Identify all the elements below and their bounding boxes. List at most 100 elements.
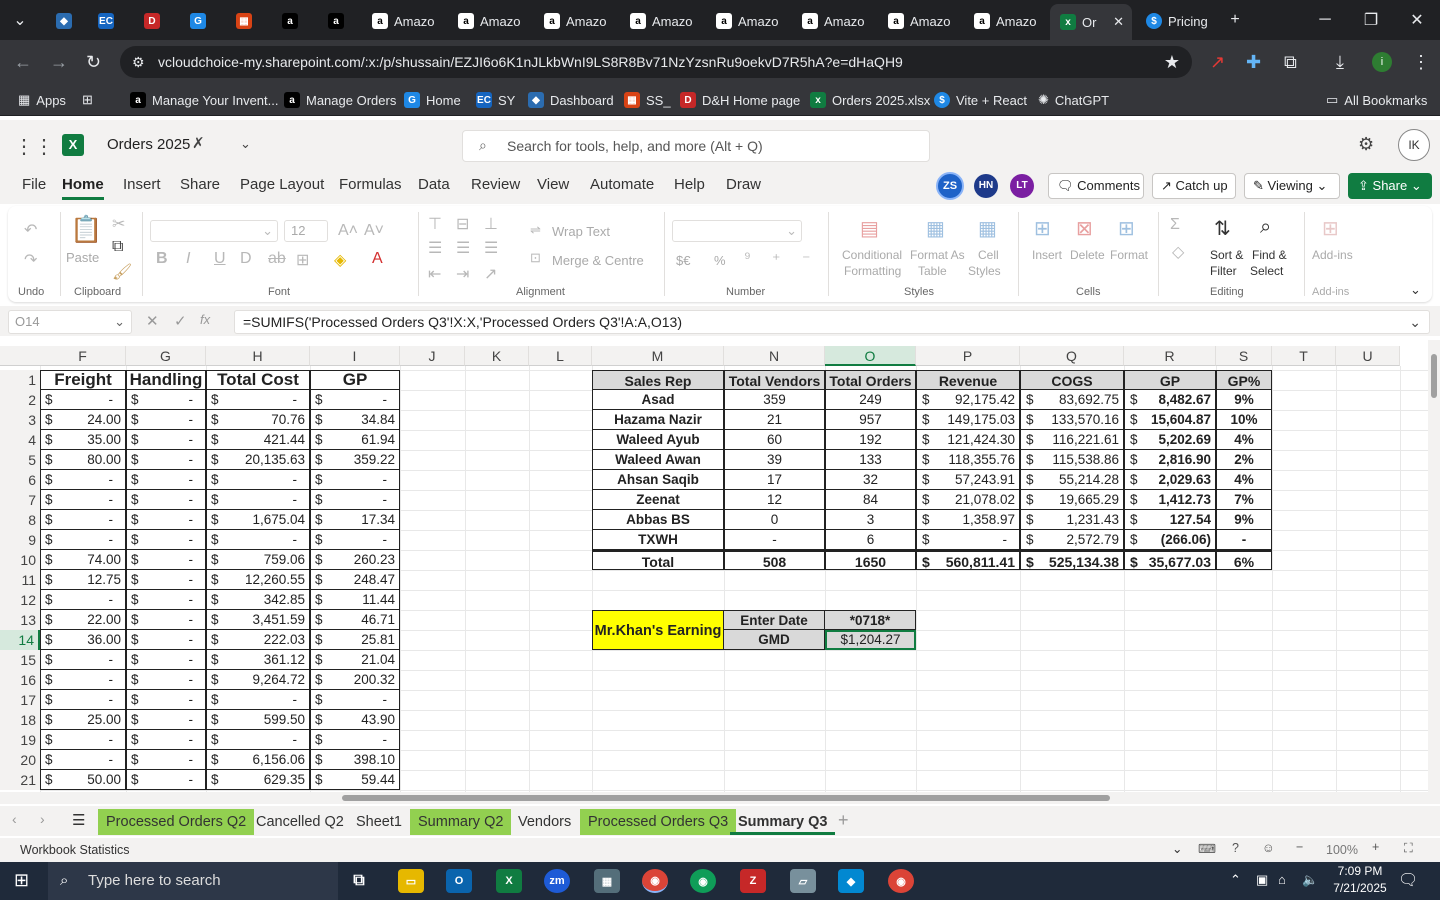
vertical-scrollbar[interactable] [1428, 340, 1440, 792]
cell-styles-label-2[interactable]: Styles [968, 264, 1001, 278]
taskbar-search-input[interactable]: ⌕ Type here to search [48, 862, 338, 900]
row-header-10[interactable]: 10 [0, 550, 40, 570]
autosum-icon[interactable]: Σ [1170, 216, 1180, 234]
summary-cell[interactable]: - [724, 530, 825, 550]
table-cell[interactable]: $ - [40, 650, 126, 670]
select-all-corner[interactable] [0, 346, 40, 366]
row-header-6[interactable]: 6 [0, 470, 40, 490]
summary-cell[interactable]: 60 [724, 430, 825, 450]
tab-file[interactable]: File [22, 176, 46, 193]
network-icon[interactable]: ⌂ [1278, 872, 1286, 887]
table-cell[interactable]: $ - [310, 390, 400, 410]
table-cell[interactable]: $25.00 [40, 710, 126, 730]
table-cell[interactable]: $ - [206, 390, 310, 410]
insert-function-icon[interactable]: fx [200, 312, 210, 327]
table-cell[interactable]: $200.32 [310, 670, 400, 690]
tab-automate[interactable]: Automate [590, 176, 654, 193]
format-cells-button[interactable]: Format [1110, 248, 1148, 262]
tab-amazon-7[interactable]: a Amazo [878, 6, 958, 36]
share-button[interactable]: ⇪ Share ⌄ [1348, 173, 1432, 199]
increase-decimal-icon[interactable]: ⁺ [772, 250, 780, 270]
strikethrough-icon[interactable]: ab [268, 250, 286, 268]
align-right-icon[interactable]: ☰ [484, 238, 498, 258]
table-cell[interactable]: $17.34 [310, 510, 400, 530]
table-cell[interactable]: $ - [206, 490, 310, 510]
summary-header-gp%[interactable]: GP% [1216, 370, 1272, 390]
sheet-tab-sheet1[interactable]: Sheet1 [348, 809, 410, 835]
table-cell[interactable]: $ - [40, 390, 126, 410]
chevron-down-icon[interactable]: ⌄ [240, 136, 251, 152]
increase-font-icon[interactable]: A˄ [338, 222, 358, 240]
file-name[interactable]: Orders 2025 [107, 136, 190, 153]
bookmark-dh[interactable]: D D&H Home page [680, 92, 800, 108]
close-icon[interactable]: ✕ [1113, 14, 1124, 30]
summary-cell[interactable]: $ (266.06) [1124, 530, 1216, 550]
row-header-5[interactable]: 5 [0, 450, 40, 470]
table-cell[interactable]: $ - [40, 730, 126, 750]
chrome-menu-icon[interactable]: ⋮ [1412, 52, 1430, 73]
summary-cell[interactable]: 84 [825, 490, 916, 510]
format-as-table-label[interactable]: Format As [910, 248, 965, 262]
gmd-label[interactable]: GMD [724, 630, 825, 650]
decrease-indent-icon[interactable]: ⇤ [428, 264, 441, 284]
summary-cell[interactable]: $92,175.42 [916, 390, 1020, 410]
row-header-13[interactable]: 13 [0, 610, 40, 630]
conditional-formatting-label[interactable]: Conditional [842, 248, 902, 262]
table-cell[interactable]: $629.35 [206, 770, 310, 790]
cell-styles-icon[interactable]: ▦ [978, 216, 997, 241]
column-header-n[interactable]: N [724, 346, 825, 366]
table-cell[interactable]: $ - [126, 450, 206, 470]
clock-date[interactable]: 7/21/2025 [1324, 881, 1396, 895]
table-cell[interactable]: $ - [126, 430, 206, 450]
minimize-icon[interactable]: ─ [1302, 0, 1348, 40]
table-cell[interactable]: $ - [126, 470, 206, 490]
table-cell[interactable]: $ - [40, 510, 126, 530]
pinned-tab-6[interactable]: a [272, 6, 306, 36]
table-cell[interactable]: $ - [126, 650, 206, 670]
table-cell[interactable]: $ - [40, 750, 126, 770]
chrome-icon-2[interactable]: ◉ [888, 869, 914, 893]
redo-icon[interactable]: ↷ [24, 250, 37, 270]
bookmark-star-icon[interactable]: ★ [1164, 46, 1180, 78]
comments-button[interactable]: 🗨 Comments [1048, 173, 1144, 199]
user-avatar[interactable]: IK [1398, 129, 1430, 161]
table-cell[interactable]: $70.76 [206, 410, 310, 430]
add-ins-button[interactable]: Add-ins [1312, 248, 1353, 262]
bookmark-manage-orders[interactable]: a Manage Orders [284, 92, 396, 108]
help-icon[interactable]: ? [1232, 841, 1239, 855]
formula-input[interactable]: =SUMIFS('Processed Orders Q3'!X:X,'Proce… [234, 310, 1430, 334]
column-header-p[interactable]: P [916, 346, 1020, 366]
summary-cell[interactable]: 3 [825, 510, 916, 530]
table-cell[interactable]: $34.84 [310, 410, 400, 430]
sales-rep-cell[interactable]: TXWH [592, 530, 724, 550]
table-cell[interactable]: $ - [126, 530, 206, 550]
tray-app-icon[interactable]: ▣ [1256, 872, 1268, 888]
summary-cell[interactable]: 957 [825, 410, 916, 430]
summary-cell[interactable]: 0 [724, 510, 825, 530]
tray-chevron-icon[interactable]: ⌃ [1230, 872, 1241, 888]
table-cell[interactable]: $759.06 [206, 550, 310, 570]
table-cell[interactable]: $222.03 [206, 630, 310, 650]
summary-cell[interactable]: $1,358.97 [916, 510, 1020, 530]
bookmark-apps[interactable]: ▦ Apps [18, 92, 66, 108]
forward-icon[interactable]: → [50, 52, 68, 73]
bookmark-grid[interactable]: ⊞ [82, 92, 93, 108]
summary-cell[interactable]: 359 [724, 390, 825, 410]
viewing-mode-button[interactable]: ✎ Viewing ⌄ [1244, 173, 1340, 199]
bookmark-orders-xlsx[interactable]: x Orders 2025.xlsx [810, 92, 930, 108]
tab-draw[interactable]: Draw [726, 176, 761, 193]
sales-rep-cell[interactable]: Waleed Ayub [592, 430, 724, 450]
cut-icon[interactable]: ✂ [112, 214, 125, 234]
tab-amazon-2[interactable]: a Amazo [448, 6, 528, 36]
align-middle-icon[interactable]: ⊟ [456, 214, 469, 234]
file-explorer-icon[interactable]: ▭ [398, 869, 424, 893]
undo-icon[interactable]: ↶ [24, 220, 37, 240]
summary-cell[interactable]: 192 [825, 430, 916, 450]
task-view-icon[interactable]: ⧉ [346, 869, 372, 893]
summary-cell[interactable]: $19,665.29 [1020, 490, 1124, 510]
notifications-icon[interactable]: 🗨 [1398, 870, 1418, 890]
table-cell[interactable]: $80.00 [40, 450, 126, 470]
summary-header-cogs[interactable]: COGS [1020, 370, 1124, 390]
summary-cell[interactable]: 9% [1216, 510, 1272, 530]
table-cell[interactable]: $59.44 [310, 770, 400, 790]
